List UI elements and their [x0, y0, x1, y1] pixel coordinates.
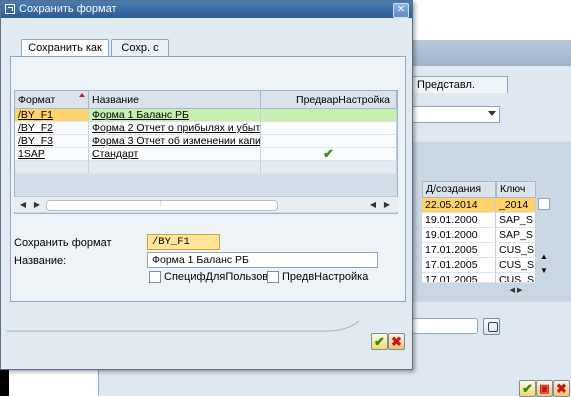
scroll-right-icon[interactable]: ▶: [30, 199, 44, 210]
scroll-up-icon[interactable]: ▲: [538, 252, 550, 262]
empty-cell: [15, 161, 89, 174]
horizontal-scroll-arrows[interactable]: ◀ ▶: [496, 286, 536, 298]
table-cell-key[interactable]: CUS_S: [496, 273, 536, 283]
column-header-format-label: Формат: [18, 94, 56, 106]
table-cell-date[interactable]: 17.01.2005: [422, 258, 496, 273]
table-row[interactable]: /BY_F2 Форма 2 Отчет о прибылях и убыт: [15, 122, 397, 135]
table-cell-date[interactable]: 19.01.2000: [422, 228, 496, 243]
tab-save-with[interactable]: Сохр. с: [111, 39, 169, 56]
scroll-right-icon[interactable]: ▶: [380, 199, 394, 210]
preset-label: ПредвНастройка: [282, 271, 369, 283]
table-cell-key[interactable]: SAP_S: [496, 213, 536, 228]
save-layout-dialog: Сохранить формат ✕ Сохранить как Сохр. с…: [0, 0, 413, 370]
background-cancel-button[interactable]: ✖: [553, 380, 570, 397]
user-specific-label: СпецифДляПользов: [164, 271, 269, 283]
name-cell[interactable]: Стандарт: [89, 148, 261, 161]
value-help-icon[interactable]: [483, 318, 500, 335]
cancel-button[interactable]: ✖: [388, 333, 405, 350]
table-cell-key[interactable]: CUS_S: [496, 258, 536, 273]
table-cell-key[interactable]: CUS_S: [496, 243, 536, 258]
scrollbar-thumb[interactable]: ⋮: [46, 200, 278, 211]
sort-ascending-icon: [79, 93, 85, 97]
save-format-input[interactable]: /BY_F1: [147, 234, 220, 250]
empty-cell: [261, 161, 397, 174]
layout-dropdown[interactable]: [412, 106, 500, 123]
name-cell[interactable]: Форма 1 Баланс РБ: [89, 109, 261, 122]
column-header-name[interactable]: Название: [89, 91, 261, 109]
scroll-down-icon[interactable]: ▼: [538, 266, 550, 276]
scroll-left-icon[interactable]: ◀: [366, 199, 380, 210]
tab-save-as[interactable]: Сохранить как: [21, 39, 109, 56]
format-cell[interactable]: /BY_F1: [15, 109, 89, 122]
row-select-checkbox[interactable]: [538, 198, 550, 210]
empty-row: [15, 161, 397, 174]
footer-curve: [7, 320, 360, 332]
ok-button[interactable]: ✔: [371, 333, 388, 350]
empty-cell: [89, 161, 261, 174]
background-input-field[interactable]: [412, 318, 478, 334]
format-cell[interactable]: /BY_F3: [15, 135, 89, 148]
column-header-preset[interactable]: ПредварНастройка: [261, 91, 397, 109]
checkmark-icon: ✔: [261, 148, 397, 161]
preset-cell: [261, 135, 397, 148]
format-cell[interactable]: /BY_F2: [15, 122, 89, 135]
save-format-label: Сохранить формат: [14, 237, 112, 249]
horizontal-scrollbar[interactable]: ◀ ▶ ⋮ ◀ ▶: [14, 196, 398, 212]
table-cell-date[interactable]: 17.01.2005: [422, 273, 496, 283]
user-specific-checkbox[interactable]: [149, 271, 161, 283]
column-header-format[interactable]: Формат: [15, 91, 89, 109]
table-cell-date[interactable]: 17.01.2005: [422, 243, 496, 258]
column-header-key[interactable]: Ключ: [496, 181, 536, 198]
column-header-created[interactable]: Д/создания: [422, 181, 496, 198]
format-cell[interactable]: 1SAP: [15, 148, 89, 161]
name-cell[interactable]: Форма 2 Отчет о прибылях и убыт: [89, 122, 261, 135]
table-cell-date[interactable]: 22.05.2014: [422, 198, 496, 213]
preset-checkbox[interactable]: [267, 271, 279, 283]
background-save-button[interactable]: ▣: [536, 380, 553, 397]
chevron-down-icon: [488, 111, 496, 116]
table-row[interactable]: /BY_F1 Форма 1 Баланс РБ: [15, 109, 397, 122]
table-cell-date[interactable]: 19.01.2000: [422, 213, 496, 228]
dialog-app-icon: [5, 4, 15, 14]
table-row[interactable]: 1SAP Стандарт ✔: [15, 148, 397, 161]
preset-cell: [261, 122, 397, 135]
scroll-left-icon[interactable]: ◀: [16, 199, 30, 210]
background-ok-button[interactable]: ✔: [519, 380, 536, 397]
dialog-title: Сохранить формат: [19, 3, 117, 15]
table-row[interactable]: /BY_F3 Форма 3 Отчет об изменении капи: [15, 135, 397, 148]
table-cell-key[interactable]: _2014: [496, 198, 536, 213]
name-input[interactable]: Форма 1 Баланс РБ: [147, 252, 378, 268]
close-icon[interactable]: ✕: [393, 3, 409, 18]
name-label: Название:: [14, 255, 67, 267]
tab-layout[interactable]: Представл.: [412, 76, 508, 93]
preset-cell: [261, 109, 397, 122]
scrollbar-grip-icon: ⋮: [157, 200, 164, 207]
dialog-title-bar: Сохранить формат ✕: [1, 1, 412, 18]
table-cell-key[interactable]: SAP_S: [496, 228, 536, 243]
name-cell[interactable]: Форма 3 Отчет об изменении капи: [89, 135, 261, 148]
